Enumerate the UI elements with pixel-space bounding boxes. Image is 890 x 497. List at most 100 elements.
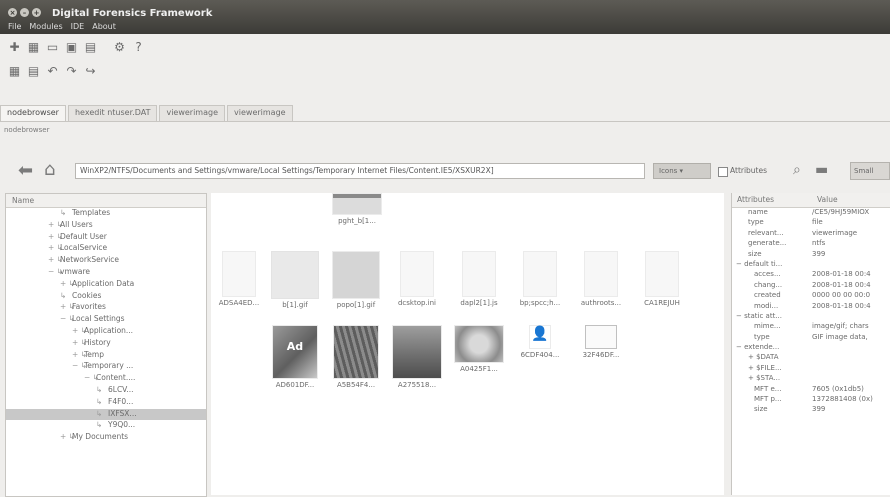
expander-icon[interactable]: + ↳	[60, 432, 75, 441]
small-icons-button[interactable]: Small	[850, 162, 890, 180]
file-item[interactable]: dcsktop.ini	[389, 251, 445, 307]
file-item[interactable]: popo[1].gif	[328, 251, 384, 309]
file-item[interactable]: pght_b[1...	[329, 193, 385, 225]
menu-modules[interactable]: Modules	[29, 22, 62, 31]
menu-ide[interactable]: IDE	[71, 22, 85, 31]
menu-about[interactable]: About	[92, 22, 116, 31]
attribute-row[interactable]: + $FILE...	[732, 364, 890, 374]
expander-icon[interactable]: − ↳	[84, 373, 99, 382]
search-icon[interactable]: ⌕	[793, 162, 801, 178]
expander-icon[interactable]: − ↳	[48, 267, 63, 276]
expander-icon[interactable]: ↳	[96, 420, 108, 429]
save-icon[interactable]: ▦	[8, 64, 21, 78]
tree-item[interactable]: ↳ Templates	[6, 208, 206, 220]
tree-item[interactable]: + ↳All Users	[6, 220, 206, 232]
home-icon[interactable]: ⌂	[44, 159, 55, 180]
expander-icon[interactable]: ↳	[96, 385, 108, 394]
file-item[interactable]: ADSA4ED...	[211, 251, 267, 307]
attribute-row[interactable]: + $STA...	[732, 374, 890, 384]
file-item[interactable]: A275518...	[389, 325, 445, 389]
attribute-row[interactable]: mime... image/gif; chars	[732, 322, 890, 332]
tab-hexedit[interactable]: hexedit ntuser.DAT	[67, 105, 158, 121]
file-item[interactable]: dapl2[1].js	[451, 251, 507, 307]
attribute-row[interactable]: MFT p... 1372881408 (0x)	[732, 395, 890, 405]
tree-item[interactable]: − ↳Content....	[6, 373, 206, 385]
expander-icon[interactable]: + ↳	[72, 350, 87, 359]
expander-icon[interactable]: + ↳	[48, 255, 63, 264]
back-arrow-icon[interactable]: ⬅	[18, 160, 33, 181]
expander-icon[interactable]: − ↳	[60, 314, 75, 323]
file-item[interactable]: A5B54F4...	[328, 325, 384, 389]
menu-file[interactable]: File	[8, 22, 21, 31]
expander-icon[interactable]: + ↳	[72, 326, 87, 335]
help-icon[interactable]: ?	[132, 40, 145, 54]
tree-item[interactable]: + ↳Default User	[6, 232, 206, 244]
expander-icon[interactable]: + ↳	[60, 279, 75, 288]
tree-item[interactable]: ↳ IXFSX...	[6, 408, 206, 421]
jump-icon[interactable]: ↪	[84, 64, 97, 78]
file-item[interactable]: A0425F1...	[451, 325, 507, 373]
attribute-row[interactable]: chang... 2008-01-18 00:4	[732, 281, 890, 291]
tree-item[interactable]: + ↳Application...	[6, 326, 206, 338]
monitor-icon[interactable]: ▣	[65, 40, 78, 54]
expander-icon[interactable]: − ↳	[72, 361, 87, 370]
tree-item[interactable]: + ↳Favorites	[6, 302, 206, 314]
tab-viewerimage-2[interactable]: viewerimage	[227, 105, 293, 121]
attribute-row[interactable]: − static att...	[732, 312, 890, 322]
file-item[interactable]: 32F46DF...	[573, 325, 629, 359]
add-icon[interactable]: ✚	[8, 40, 21, 54]
attribute-row[interactable]: modi... 2008-01-18 00:4	[732, 302, 890, 312]
tab-nodebrowser[interactable]: nodebrowser	[0, 105, 66, 121]
expander-icon[interactable]: + ↳	[60, 302, 75, 311]
file-item[interactable]: b[1].gif	[267, 251, 323, 309]
expander-icon[interactable]: ↳	[96, 397, 108, 406]
tree-item[interactable]: + ↳LocalService	[6, 243, 206, 255]
tree-item[interactable]: ↳ F4F0...	[6, 397, 206, 409]
tab-viewerimage-1[interactable]: viewerimage	[159, 105, 226, 121]
minimize-icon[interactable]: –	[20, 8, 29, 17]
close-icon[interactable]: ×	[8, 8, 17, 17]
file-item[interactable]: 👤 6CDF404...	[512, 325, 568, 359]
list-view-icon[interactable]: ▬	[815, 162, 828, 178]
expander-icon[interactable]: + ↳	[48, 243, 63, 252]
shell-icon[interactable]: ▤	[84, 40, 97, 54]
tree-item[interactable]: ↳ 6LCV...	[6, 385, 206, 397]
attribute-row[interactable]: relevant... viewerimage	[732, 229, 890, 239]
tree-item[interactable]: + ↳History	[6, 338, 206, 350]
attribute-row[interactable]: acces... 2008-01-18 00:4	[732, 270, 890, 280]
attribute-row[interactable]: size 399	[732, 405, 890, 415]
attribute-row[interactable]: type GIF image data,	[732, 333, 890, 343]
modules-icon[interactable]: ⚙	[113, 40, 126, 54]
tree-item[interactable]: + ↳Application Data	[6, 279, 206, 291]
attribute-row[interactable]: − default ti...	[732, 260, 890, 270]
save-as-icon[interactable]: ▤	[27, 64, 40, 78]
tree-item[interactable]: + ↳NetworkService	[6, 255, 206, 267]
tree-item[interactable]: ↳ Y9Q0...	[6, 420, 206, 432]
attribute-row[interactable]: type file	[732, 218, 890, 228]
tree-item[interactable]: + ↳Temp	[6, 350, 206, 362]
browser-icon[interactable]: ▦	[27, 40, 40, 54]
attribute-row[interactable]: generate... ntfs	[732, 239, 890, 249]
tree-item[interactable]: − ↳Local Settings	[6, 314, 206, 326]
tree-item[interactable]: ↳ Cookies	[6, 291, 206, 303]
expander-icon[interactable]: ↳	[60, 208, 72, 217]
value-column-header[interactable]: Value	[812, 193, 843, 207]
attribute-row[interactable]: size 399	[732, 250, 890, 260]
tree-header[interactable]: Name	[6, 194, 206, 208]
view-mode-select[interactable]: Icons ▾	[653, 163, 711, 179]
attribute-row[interactable]: created 0000 00 00 00:0	[732, 291, 890, 301]
attribute-row[interactable]: + $DATA	[732, 353, 890, 363]
attributes-column-header[interactable]: Attributes	[732, 193, 812, 207]
undo-icon[interactable]: ↶	[46, 64, 59, 78]
redo-icon[interactable]: ↷	[65, 64, 78, 78]
attribute-row[interactable]: − extende...	[732, 343, 890, 353]
open-icon[interactable]: ▭	[46, 40, 59, 54]
attributes-checkbox[interactable]	[718, 167, 728, 177]
attribute-row[interactable]: MFT e... 7605 (0x1db5)	[732, 385, 890, 395]
file-item[interactable]: authroots...	[573, 251, 629, 307]
expander-icon[interactable]: ↳	[96, 409, 108, 418]
path-input[interactable]: WinXP2/NTFS/Documents and Settings/vmwar…	[75, 163, 645, 179]
file-item[interactable]: bp;spcc;h...	[512, 251, 568, 307]
expander-icon[interactable]: + ↳	[48, 220, 63, 229]
expander-icon[interactable]: + ↳	[72, 338, 87, 347]
